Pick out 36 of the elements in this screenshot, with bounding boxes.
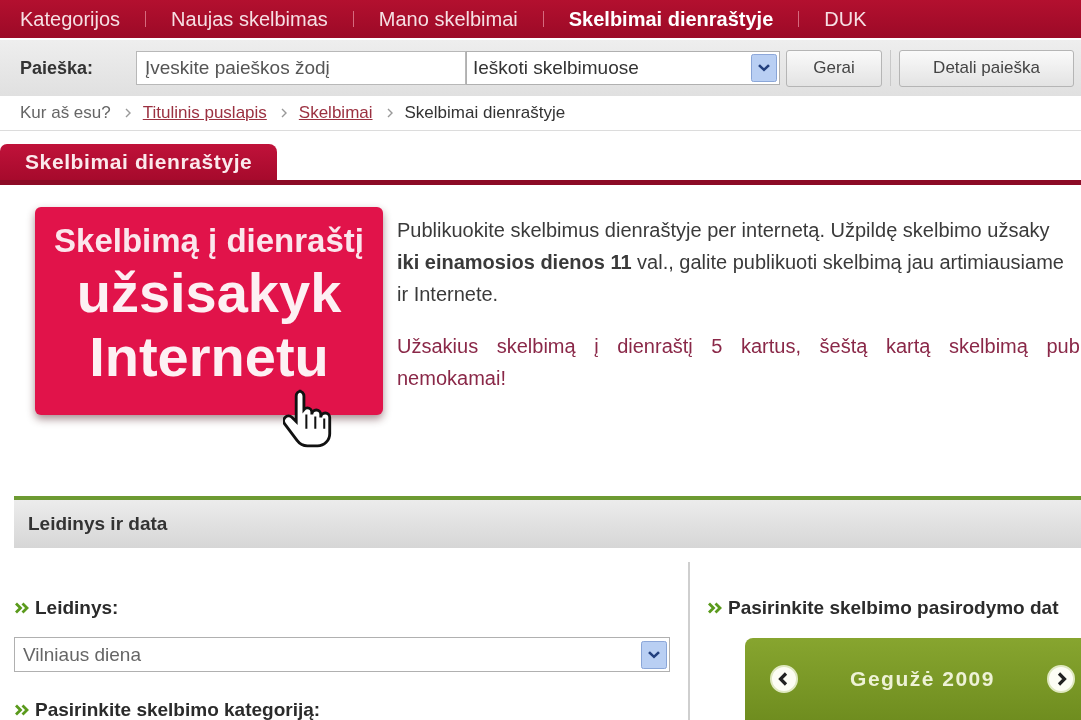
nav-link[interactable]: DUK	[824, 7, 867, 31]
publication-dropdown[interactable]: Vilniaus diena	[14, 637, 670, 672]
banner-headline: užsisakyk Internetu	[76, 261, 342, 389]
order-banner[interactable]: Skelbimą į dienraštį užsisakyk Internetu	[35, 207, 383, 415]
section-title: Leidinys ir data	[28, 513, 168, 535]
search-field[interactable]: Įveskite paieškos žodį	[136, 51, 466, 85]
chevron-icon	[124, 108, 131, 118]
breadcrumb-link[interactable]: Skelbimai	[298, 103, 373, 123]
go-button[interactable]: Gerai	[786, 49, 882, 87]
field-label: Pasirinkite skelbimo pasirodymo dat	[728, 598, 1059, 618]
double-chevron-icon	[14, 602, 30, 614]
chevron-icon	[386, 108, 393, 118]
nav-link[interactable]: Kategorijos	[20, 7, 121, 31]
field-label: Leidinys:	[35, 598, 119, 618]
breadcrumb-link[interactable]: Titulinis puslapis	[142, 103, 267, 123]
offer-text: Užsakius skelbimą į dienraštį 5 kartus, šeštą kartą skelbimą publ nemokamai!	[397, 334, 1081, 391]
breadcrumb-current: Skelbimai dienraštyje	[404, 103, 566, 123]
nav-link[interactable]: Skelbimai dienraštyje	[568, 7, 774, 31]
tab[interactable]: Skelbimai dienraštyje	[0, 144, 277, 180]
previous-icon[interactable]	[770, 665, 798, 693]
search-label: Paieška:	[20, 57, 95, 79]
dropdown-arrow-icon	[751, 54, 777, 82]
nav-link[interactable]: Mano skelbimai	[378, 7, 518, 31]
double-chevron-icon	[707, 602, 723, 614]
advanced-search-button[interactable]: Detali paieška	[899, 49, 1074, 87]
nav-link[interactable]: Naujas skelbimas	[171, 7, 328, 31]
dropdown-arrow-icon	[641, 640, 667, 669]
breadcrumb-label: Kur aš esu?	[20, 103, 111, 123]
scope-dropdown[interactable]: Ieškoti skelbimuose	[466, 51, 780, 85]
chevron-icon	[280, 108, 287, 118]
banner-subtitle: Skelbimą į dienraštį	[54, 221, 364, 261]
field-label: Pasirinkite skelbimo kategoriją:	[35, 700, 321, 719]
next-icon[interactable]	[1047, 665, 1075, 693]
intro-text: Publikuokite skelbimus dienraštyje per internetą. Užpildę skelbimo užsaky iki einamosios dienos 11 val., galite publikuoti skelbimą jau artimiausiame ir Internete.	[397, 218, 1065, 307]
double-chevron-icon	[14, 703, 30, 716]
calendar-month: Gegužė 2009	[850, 667, 995, 691]
